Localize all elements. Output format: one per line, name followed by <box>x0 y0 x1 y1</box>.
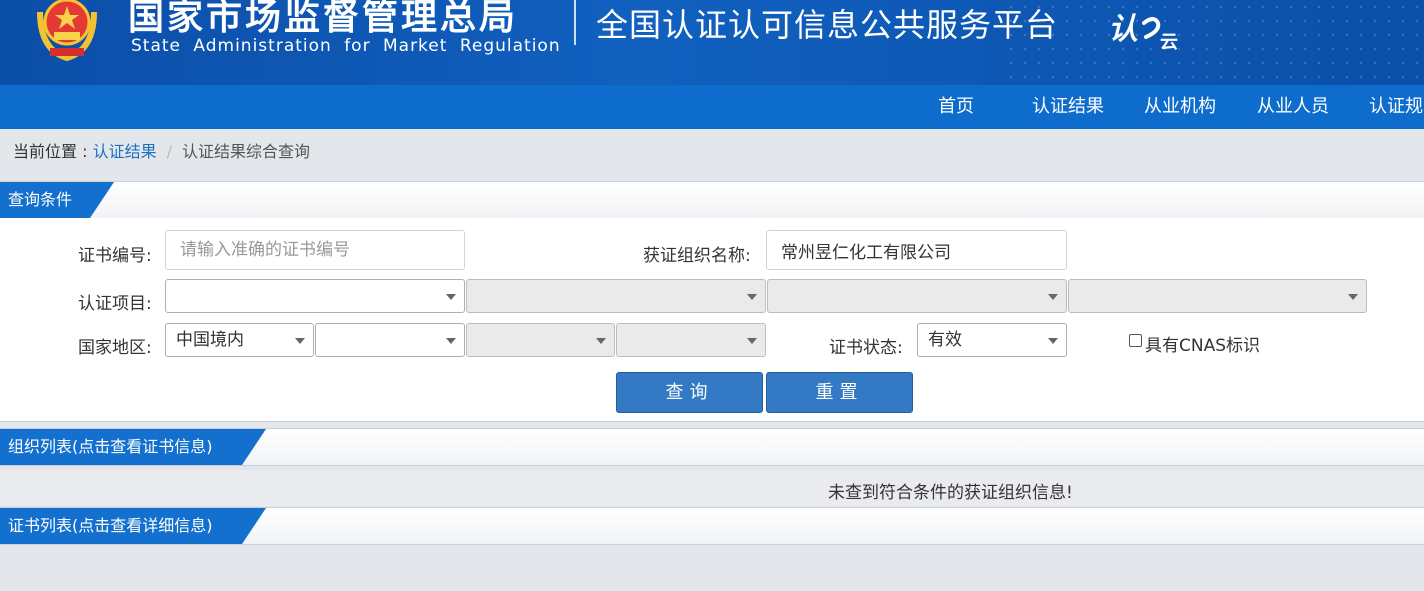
org-list-empty-message: 未查到符合条件的获证组织信息! <box>828 483 1073 503</box>
platform-logo-sub: 云 <box>1160 32 1178 53</box>
status-select[interactable]: 有效 <box>917 323 1067 357</box>
status-label: 证书状态: <box>829 338 903 358</box>
project-select-4 <box>1068 279 1367 313</box>
org-list-title: 组织列表(点击查看证书信息) <box>0 429 266 465</box>
region-select-city <box>466 323 615 357</box>
org-name-label: 获证组织名称: <box>643 246 751 266</box>
nav-item-cert-rules[interactable]: 认证规 <box>1369 85 1423 129</box>
cert-list-bar: 证书列表(点击查看详细信息) <box>0 507 1424 545</box>
platform-title: 全国认证认可信息公共服务平台 <box>596 6 1059 44</box>
org-name-english: State Administration for Market Regulati… <box>131 36 561 56</box>
breadcrumb-current: 认证结果综合查询 <box>181 142 310 161</box>
chevron-down-icon <box>1048 338 1058 344</box>
header-divider <box>574 0 576 45</box>
search-button[interactable]: 查询 <box>616 372 763 413</box>
chevron-down-icon <box>596 338 606 344</box>
chevron-down-icon <box>446 338 456 344</box>
header-dot-pattern <box>1004 0 1424 85</box>
chevron-down-icon <box>747 294 757 300</box>
project-select-1[interactable] <box>165 279 465 313</box>
region-select-district <box>616 323 766 357</box>
cert-no-input[interactable] <box>165 230 465 270</box>
chevron-down-icon <box>1048 294 1058 300</box>
platform-logo: 认 <box>1108 4 1164 48</box>
org-name-input[interactable] <box>766 230 1067 270</box>
nav-item-cert-results[interactable]: 认证结果 <box>1032 85 1104 129</box>
cnas-checkbox[interactable] <box>1129 334 1142 347</box>
cnas-checkbox-label: 具有CNAS标识 <box>1145 336 1261 356</box>
region-select-value: 中国境内 <box>176 330 244 350</box>
nav-item-institutions[interactable]: 从业机构 <box>1144 85 1216 129</box>
org-list-bar: 组织列表(点击查看证书信息) <box>0 428 1424 466</box>
chevron-down-icon <box>295 338 305 344</box>
breadcrumb-link-cert-results[interactable]: 认证结果 <box>93 142 157 161</box>
breadcrumb: 当前位置 : 认证结果 / 认证结果综合查询 <box>13 138 310 162</box>
breadcrumb-label: 当前位置 : <box>13 142 93 161</box>
national-emblem-icon <box>37 0 97 62</box>
region-select-country[interactable]: 中国境内 <box>165 323 314 357</box>
cert-no-label: 证书编号: <box>78 246 152 266</box>
status-select-value: 有效 <box>928 330 962 350</box>
project-select-3 <box>767 279 1067 313</box>
query-section-bar: 查询条件 <box>0 181 1424 219</box>
reset-button[interactable]: 重置 <box>766 372 913 413</box>
cert-list-title: 证书列表(点击查看详细信息) <box>0 508 266 544</box>
breadcrumb-separator: / <box>166 142 172 161</box>
chevron-down-icon <box>1348 294 1358 300</box>
chevron-down-icon <box>446 294 456 300</box>
platform-logo-main: 认 <box>1108 12 1138 47</box>
region-label: 国家地区: <box>78 338 152 358</box>
main-nav: 首页 认证结果 从业机构 从业人员 认证规 <box>0 85 1424 129</box>
org-name-chinese: 国家市场监督管理总局 <box>128 0 519 38</box>
query-section-title: 查询条件 <box>0 182 114 218</box>
nav-item-home[interactable]: 首页 <box>938 85 974 129</box>
nav-item-personnel[interactable]: 从业人员 <box>1257 85 1329 129</box>
region-select-province[interactable] <box>315 323 465 357</box>
chevron-down-icon <box>747 338 757 344</box>
project-label: 认证项目: <box>78 294 152 314</box>
site-header: 国家市场监督管理总局 State Administration for Mark… <box>0 0 1424 85</box>
org-list-empty-row <box>0 470 1424 506</box>
project-select-2 <box>466 279 766 313</box>
